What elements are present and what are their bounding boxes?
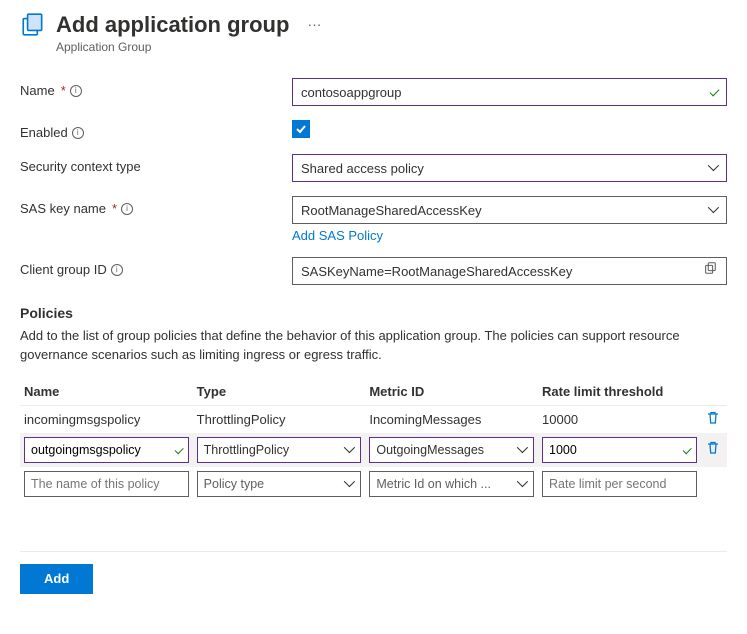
policy-type-value: ThrottlingPolicy — [204, 443, 289, 457]
chevron-down-icon — [344, 479, 354, 489]
chevron-down-icon — [517, 479, 527, 489]
policy-metric-select[interactable]: OutgoingMessages — [369, 437, 534, 463]
policy-metric-placeholder: Metric Id on which ... — [376, 477, 491, 491]
required-star: * — [112, 201, 117, 216]
policy-type: ThrottlingPolicy — [193, 405, 366, 433]
name-input[interactable] — [292, 78, 727, 106]
enabled-label: Enabled — [20, 125, 68, 140]
policy-metric: IncomingMessages — [365, 405, 538, 433]
page-title: Add application group — [56, 12, 289, 38]
policy-type-select[interactable]: Policy type — [197, 471, 362, 497]
policy-rate-input[interactable] — [542, 437, 697, 463]
chevron-down-icon — [708, 163, 718, 173]
sas-key-select[interactable]: RootManageSharedAccessKey — [292, 196, 727, 224]
security-context-value: Shared access policy — [301, 161, 424, 176]
policy-metric-select[interactable]: Metric Id on which ... — [369, 471, 534, 497]
security-context-label: Security context type — [20, 159, 141, 174]
app-group-icon — [20, 12, 46, 41]
policy-type-placeholder: Policy type — [204, 477, 264, 491]
sas-key-value: RootManageSharedAccessKey — [301, 203, 482, 218]
delete-icon[interactable] — [705, 410, 721, 426]
policies-table: Name Type Metric ID Rate limit threshold… — [20, 378, 727, 501]
col-rate: Rate limit threshold — [538, 378, 701, 406]
policies-heading: Policies — [20, 305, 727, 321]
sas-key-label: SAS key name — [20, 201, 106, 216]
info-icon[interactable]: i — [121, 203, 133, 215]
policy-name-input[interactable] — [24, 471, 189, 497]
policy-row-new: Policy type Metric Id on which ... — [20, 467, 727, 501]
delete-icon[interactable] — [705, 440, 721, 456]
enabled-checkbox[interactable] — [292, 120, 310, 138]
col-name: Name — [20, 378, 193, 406]
policy-row: incomingmsgspolicy ThrottlingPolicy Inco… — [20, 405, 727, 433]
info-icon[interactable]: i — [72, 127, 84, 139]
policy-type-select[interactable]: ThrottlingPolicy — [197, 437, 362, 463]
required-star: * — [61, 83, 66, 98]
name-label: Name — [20, 83, 55, 98]
policy-name: incomingmsgspolicy — [20, 405, 193, 433]
info-icon[interactable]: i — [70, 85, 82, 97]
client-group-id-label: Client group ID — [20, 262, 107, 277]
copy-icon[interactable] — [703, 261, 721, 279]
chevron-down-icon — [708, 205, 718, 215]
col-metric: Metric ID — [365, 378, 538, 406]
add-button[interactable]: Add — [20, 564, 93, 594]
chevron-down-icon — [517, 445, 527, 455]
policy-rate: 10000 — [538, 405, 701, 433]
security-context-select[interactable]: Shared access policy — [292, 154, 727, 182]
chevron-down-icon — [344, 445, 354, 455]
more-actions-button[interactable]: ··· — [301, 12, 327, 36]
policy-name-input[interactable] — [24, 437, 189, 463]
add-sas-policy-link[interactable]: Add SAS Policy — [292, 228, 383, 243]
policies-description: Add to the list of group policies that d… — [20, 327, 727, 363]
col-type: Type — [193, 378, 366, 406]
client-group-id-input[interactable] — [292, 257, 727, 285]
policy-row-editing: ThrottlingPolicy OutgoingMessages — [20, 433, 727, 467]
policy-metric-value: OutgoingMessages — [376, 443, 484, 457]
info-icon[interactable]: i — [111, 264, 123, 276]
policy-rate-input[interactable] — [542, 471, 697, 497]
page-subtitle: Application Group — [56, 40, 289, 54]
